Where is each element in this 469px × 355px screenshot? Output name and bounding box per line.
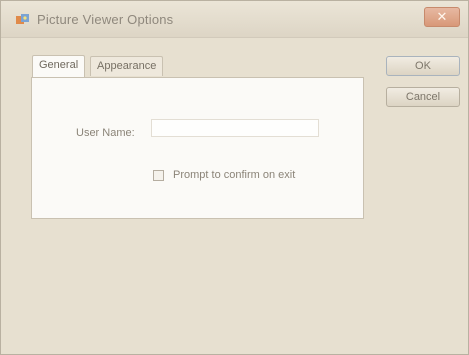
prompt-on-exit-label[interactable]: Prompt to confirm on exit — [173, 169, 295, 181]
ok-button[interactable]: OK — [386, 56, 460, 76]
options-dialog: Picture Viewer Options ✕ General Appeara… — [0, 0, 469, 355]
general-tab-panel: User Name: Prompt to confirm on exit — [31, 77, 364, 219]
picture-viewer-icon — [15, 13, 31, 27]
user-name-label: User Name: — [76, 127, 135, 139]
prompt-on-exit-checkbox[interactable] — [153, 170, 164, 181]
close-button[interactable]: ✕ — [424, 7, 460, 27]
dialog-client-area: General Appearance User Name: Prompt to … — [1, 38, 468, 354]
user-name-input[interactable] — [151, 119, 319, 137]
title-bar[interactable]: Picture Viewer Options ✕ — [1, 1, 468, 38]
close-icon: ✕ — [436, 9, 448, 24]
tab-appearance[interactable]: Appearance — [90, 56, 164, 76]
tab-general[interactable]: General — [32, 55, 86, 77]
window-title: Picture Viewer Options — [37, 12, 174, 27]
cancel-button[interactable]: Cancel — [386, 87, 460, 107]
